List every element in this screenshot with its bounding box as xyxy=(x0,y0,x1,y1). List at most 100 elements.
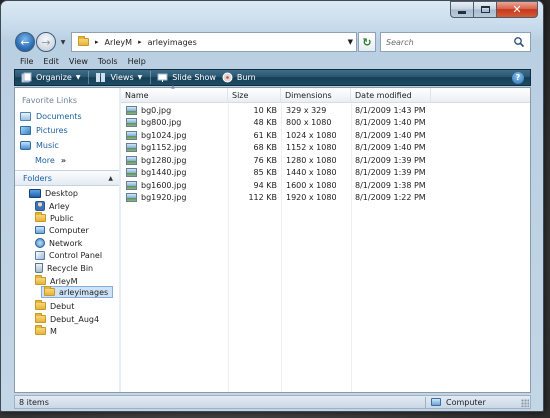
table-row[interactable]: bg1280.jpg 76 KB 1280 x 1080 8/1/2009 1:… xyxy=(121,154,431,166)
table-row[interactable]: bg1920.jpg 112 KB 1920 x 1080 8/1/2009 1… xyxy=(121,191,431,203)
column-header-name[interactable]: ▲ Name xyxy=(121,84,228,103)
jpeg-image-icon xyxy=(126,180,137,190)
tree-item-debut-aug4[interactable]: Debut_Aug4 xyxy=(35,313,99,325)
chevron-down-icon: ▼ xyxy=(60,38,66,46)
breadcrumb-arleym[interactable]: ArleyM xyxy=(105,38,133,47)
table-row[interactable]: bg0.jpg 10 KB 329 x 329 8/1/2009 1:43 PM xyxy=(121,104,431,116)
back-button[interactable]: ← xyxy=(15,32,35,52)
address-dropdown-icon[interactable]: ▼ xyxy=(348,38,353,46)
file-name: bg1600.jpg xyxy=(141,180,187,190)
tree-item-computer[interactable]: Computer xyxy=(35,224,89,236)
tree-item-m[interactable]: M xyxy=(35,325,57,337)
tree-item-control-panel[interactable]: Control Panel xyxy=(35,249,102,261)
recent-pages-dropdown[interactable]: ▼ xyxy=(58,39,68,46)
column-header-size[interactable]: Size xyxy=(228,88,281,103)
tree-item-public[interactable]: Public xyxy=(35,212,74,224)
menu-help[interactable]: Help xyxy=(128,57,146,66)
search-box[interactable] xyxy=(380,32,531,52)
file-dimensions: 1600 x 1080 xyxy=(286,180,337,190)
menu-view[interactable]: View xyxy=(69,57,88,66)
status-location: Computer xyxy=(431,398,486,407)
file-name-cell: bg1024.jpg xyxy=(121,129,228,141)
folders-header[interactable]: Folders ▲ xyxy=(15,170,119,186)
computer-icon xyxy=(431,398,441,406)
toolbar-divider xyxy=(88,71,90,84)
computer-icon xyxy=(35,226,45,234)
tree-item-label: Recycle Bin xyxy=(47,263,94,273)
resize-grip[interactable] xyxy=(521,399,529,407)
maximize-button[interactable] xyxy=(473,1,497,18)
favorite-pictures[interactable]: Pictures xyxy=(20,126,68,135)
file-date-modified: 8/1/2009 1:43 PM xyxy=(355,105,426,115)
file-name-cell: bg1280.jpg xyxy=(121,154,228,166)
refresh-button[interactable]: ↻ xyxy=(358,32,376,52)
jpeg-image-icon xyxy=(126,105,137,115)
tree-item-desktop[interactable]: Desktop xyxy=(29,187,78,199)
slide-show-button[interactable]: Slide Show xyxy=(157,72,216,83)
search-icon[interactable] xyxy=(513,36,525,48)
jpeg-image-icon xyxy=(126,167,137,177)
documents-icon xyxy=(20,112,31,121)
address-row: ← → ▼ ▸ ArleyM ▸ arleyimages ▼ ↻ xyxy=(15,31,531,53)
table-row[interactable]: bg1024.jpg 61 KB 1024 x 1080 8/1/2009 1:… xyxy=(121,129,431,141)
breadcrumb-separator-icon[interactable]: ▸ xyxy=(95,38,99,46)
pictures-icon xyxy=(20,126,31,135)
menu-tools[interactable]: Tools xyxy=(98,57,118,66)
menu-edit[interactable]: Edit xyxy=(43,57,59,66)
file-name: bg0.jpg xyxy=(141,105,172,115)
file-dimensions: 1024 x 1080 xyxy=(286,130,337,140)
file-date-modified: 8/1/2009 1:40 PM xyxy=(355,117,426,127)
tree-item-arley[interactable]: Arley xyxy=(35,200,70,212)
minimize-button[interactable] xyxy=(450,1,474,18)
tree-item-arleyimages[interactable]: arleyimages xyxy=(41,286,114,298)
desktop-icon xyxy=(29,188,41,198)
breadcrumb-separator-icon[interactable]: ▸ xyxy=(138,38,142,46)
search-input[interactable] xyxy=(386,37,506,47)
favorite-documents[interactable]: Documents xyxy=(20,112,82,121)
file-name-cell: bg1152.jpg xyxy=(121,141,228,153)
column-header-date-modified[interactable]: Date modified xyxy=(351,88,431,103)
breadcrumb-arleyimages[interactable]: arleyimages xyxy=(148,38,197,47)
address-bar[interactable]: ▸ ArleyM ▸ arleyimages ▼ xyxy=(71,32,357,52)
command-bar: Organize ▼ Views ▼ Slide Show Burn ? xyxy=(14,69,531,86)
file-name: bg800.jpg xyxy=(141,117,182,127)
table-row[interactable]: bg800.jpg 48 KB 800 x 1080 8/1/2009 1:40… xyxy=(121,116,431,128)
forward-button[interactable]: → xyxy=(36,32,56,52)
favorite-music[interactable]: Music xyxy=(20,141,59,150)
tree-item-network[interactable]: Network xyxy=(35,237,82,249)
folder-icon xyxy=(35,275,46,285)
file-date-modified: 8/1/2009 1:39 PM xyxy=(355,167,426,177)
table-row[interactable]: bg1152.jpg 68 KB 1152 x 1080 8/1/2009 1:… xyxy=(121,141,431,153)
table-row[interactable]: bg1600.jpg 94 KB 1600 x 1080 8/1/2009 1:… xyxy=(121,179,431,191)
tree-item-debut[interactable]: Debut xyxy=(35,300,74,312)
user-folder-icon xyxy=(35,201,45,211)
favorite-label: Documents xyxy=(36,112,82,121)
views-label: Views xyxy=(110,73,134,82)
file-dimensions: 1920 x 1080 xyxy=(286,192,337,202)
column-header-label: Name xyxy=(125,91,149,100)
favorites-more-link[interactable]: More » xyxy=(35,156,66,165)
menu-file[interactable]: File xyxy=(20,57,33,66)
favorite-label: Music xyxy=(36,141,59,150)
help-icon[interactable]: ? xyxy=(512,72,524,84)
organize-button[interactable]: Organize ▼ xyxy=(21,72,80,83)
file-name-cell: bg1920.jpg xyxy=(121,191,228,203)
tree-item-recycle-bin[interactable]: Recycle Bin xyxy=(35,262,93,274)
tree-item-label: Control Panel xyxy=(49,250,103,260)
file-dimensions: 1280 x 1080 xyxy=(286,155,337,165)
file-dimensions: 1152 x 1080 xyxy=(286,142,337,152)
status-bar: 8 items Computer xyxy=(14,395,531,409)
jpeg-image-icon xyxy=(126,155,137,165)
burn-button[interactable]: Burn xyxy=(222,72,256,83)
slide-show-icon xyxy=(157,73,168,82)
file-name: bg1024.jpg xyxy=(141,130,187,140)
column-header-dimensions[interactable]: Dimensions xyxy=(281,88,351,103)
views-button[interactable]: Views ▼ xyxy=(95,72,142,83)
close-button[interactable]: ✕ xyxy=(496,1,538,18)
file-dimensions: 1440 x 1080 xyxy=(286,167,337,177)
file-name-cell: bg1440.jpg xyxy=(121,166,228,178)
table-row[interactable]: bg1440.jpg 85 KB 1440 x 1080 8/1/2009 1:… xyxy=(121,166,431,178)
file-name: bg1280.jpg xyxy=(141,155,187,165)
maximize-icon xyxy=(480,6,490,13)
tree-item-label: Arley xyxy=(49,201,70,211)
